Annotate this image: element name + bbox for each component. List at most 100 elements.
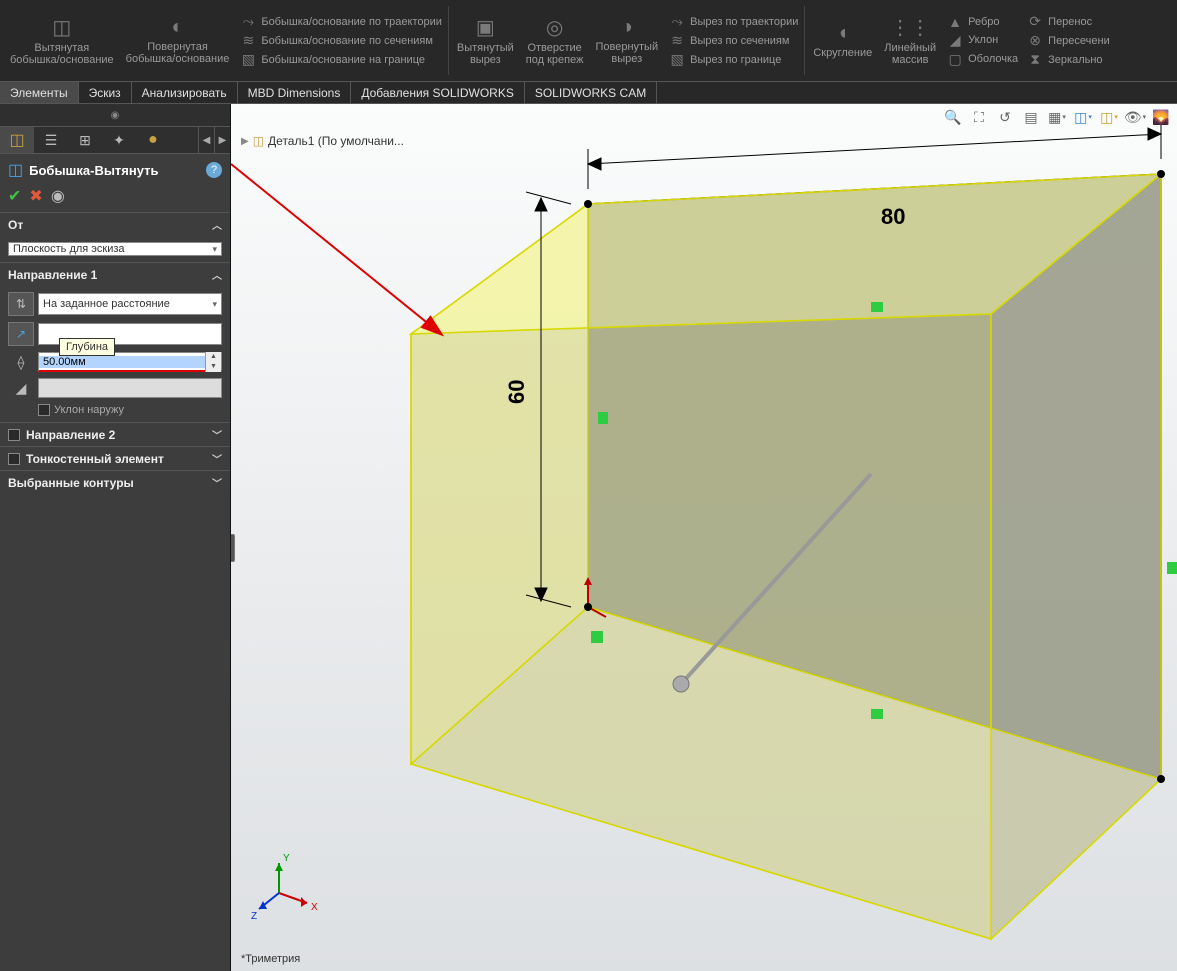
extruded-boss-button[interactable]: ◫ Вытянутая бобышка/основание xyxy=(4,0,120,81)
lofted-cut-button[interactable]: ≋Вырез по сечениям xyxy=(668,32,798,49)
shell-button[interactable]: ▢Оболочка xyxy=(946,51,1018,68)
reverse-direction-button[interactable]: ⇅ xyxy=(8,292,34,316)
dimension-height[interactable]: 60 xyxy=(504,380,529,404)
view-triad[interactable]: X Y Z xyxy=(251,851,321,921)
boundary-cut-button[interactable]: ▧Вырез по границе xyxy=(668,51,798,68)
pm-tab-appearance[interactable]: ● xyxy=(136,127,170,153)
linear-pattern-button[interactable]: ⋮⋮ Линейный массив xyxy=(878,0,942,81)
cancel-button[interactable]: ✖ xyxy=(29,186,42,206)
section-view-button[interactable]: ▤ xyxy=(1019,106,1043,128)
confirm-row: ✔ ✖ ◉ xyxy=(0,184,230,212)
ribbon-tabbar: Элементы Эскиз Анализировать MBD Dimensi… xyxy=(0,82,1177,104)
pm-tab-feature[interactable]: ◫ xyxy=(0,127,34,153)
dir1-header[interactable]: Направление 1︿ xyxy=(0,263,230,286)
depth-tooltip: Глубина xyxy=(59,338,115,356)
hide-show-button[interactable]: ◫ xyxy=(1097,106,1121,128)
boundary-boss-button[interactable]: ▧Бобышка/основание на границе xyxy=(239,51,442,68)
feature-header: ◫ Бобышка-Вытянуть ? xyxy=(0,154,230,184)
depth-spinner: ▲ ▼ xyxy=(205,352,221,372)
spinner-up-button[interactable]: ▲ xyxy=(206,352,221,362)
tab-sketch[interactable]: Эскиз xyxy=(79,82,132,103)
ok-button[interactable]: ✔ xyxy=(8,186,21,206)
previous-view-button[interactable]: ↺ xyxy=(993,106,1017,128)
svg-text:Z: Z xyxy=(251,911,257,921)
intersect-button[interactable]: ⊗Пересечени xyxy=(1026,32,1110,49)
intersect-icon: ⊗ xyxy=(1026,32,1044,49)
panel-top xyxy=(0,104,230,126)
view-toolbar: 🔍 ⛶ ↺ ▤ ▦ ◫ ◫ 👁 🌄 xyxy=(941,106,1173,128)
preview-button[interactable]: ◉ xyxy=(51,186,65,206)
dropdown-icon: ▾ xyxy=(212,244,217,255)
depth-input[interactable] xyxy=(39,356,205,368)
draft-button[interactable]: ◢Уклон xyxy=(946,32,1018,49)
from-select[interactable]: Плоскость для эскиза▾ xyxy=(8,242,222,256)
display-style-button[interactable]: ◫ xyxy=(1071,106,1095,128)
tab-evaluate[interactable]: Анализировать xyxy=(132,82,238,103)
help-button[interactable]: ? xyxy=(206,162,222,178)
scene-button[interactable]: 🌄 xyxy=(1149,106,1173,128)
modify-column-1: ▲Ребро ◢Уклон ▢Оболочка xyxy=(942,0,1022,81)
part-icon: ◫ xyxy=(253,134,264,148)
panel-scroll-right[interactable]: ▶ xyxy=(214,127,230,153)
panel-scroll-left[interactable]: ◀ xyxy=(198,127,214,153)
mirror-icon: ⧗ xyxy=(1026,51,1044,68)
part-name: Деталь1 (По умолчани... xyxy=(268,134,404,148)
draft-outward-checkbox[interactable]: Уклон наружу xyxy=(8,404,222,416)
from-header[interactable]: От︿ xyxy=(0,213,230,236)
spinner-down-button[interactable]: ▼ xyxy=(206,362,221,372)
zoom-fit-button[interactable]: 🔍 xyxy=(941,106,965,128)
chevron-down-icon: ﹀ xyxy=(212,475,222,490)
revolved-cut-icon: ◑ xyxy=(621,16,633,39)
pm-tab-dimx[interactable]: ✦ xyxy=(102,127,136,153)
draft-icon: ◢ xyxy=(946,32,964,49)
dir2-enable-checkbox[interactable] xyxy=(8,429,20,441)
pm-tab-display[interactable]: ⊞ xyxy=(68,127,102,153)
model-preview: 80 60 xyxy=(231,104,1177,971)
direction-vector-button[interactable]: ↗ xyxy=(8,322,34,346)
extruded-cut-button[interactable]: ▣ Вытянутый вырез xyxy=(451,0,520,81)
revolved-boss-button[interactable]: ◐ Повернутая бобышка/основание xyxy=(120,0,236,81)
zoom-area-button[interactable]: ⛶ xyxy=(967,106,991,128)
rib-button[interactable]: ▲Ребро xyxy=(946,14,1018,30)
fillet-button[interactable]: ◖ Скругление xyxy=(807,0,878,81)
appearance-button[interactable]: 👁 xyxy=(1123,106,1147,128)
depth-icon: ⟠ xyxy=(8,354,34,371)
tab-addins[interactable]: Добавления SOLIDWORKS xyxy=(351,82,525,103)
lofted-boss-button[interactable]: ≋Бобышка/основание по сечениям xyxy=(239,32,442,49)
draft-angle-field[interactable] xyxy=(38,378,222,398)
chevron-up-icon: ︿ xyxy=(212,217,222,232)
mirror-button[interactable]: ⧗Зеркально xyxy=(1026,51,1110,68)
pm-tab-config[interactable]: ☰ xyxy=(34,127,68,153)
chevron-down-icon: ﹀ xyxy=(212,427,222,442)
extruded-boss-icon: ◫ xyxy=(52,15,71,40)
graphics-viewport[interactable]: 🔍 ⛶ ↺ ▤ ▦ ◫ ◫ 👁 🌄 ▶ ◫ Деталь1 (По умолча… xyxy=(231,104,1177,971)
revolved-cut-button[interactable]: ◑ Повернутый вырез xyxy=(589,0,664,81)
swept-boss-icon: ⤳ xyxy=(239,13,257,30)
svg-text:X: X xyxy=(311,902,318,913)
chevron-up-icon: ︿ xyxy=(212,267,222,282)
swept-cut-button[interactable]: ⤳Вырез по траектории xyxy=(668,13,798,30)
tab-features[interactable]: Элементы xyxy=(0,82,79,103)
swept-boss-button[interactable]: ⤳Бобышка/основание по траектории xyxy=(239,13,442,30)
tab-mbd[interactable]: MBD Dimensions xyxy=(238,82,352,103)
hole-wizard-button[interactable]: ◎ Отверстие под крепеж xyxy=(520,0,590,81)
shell-icon: ▢ xyxy=(946,51,964,68)
hole-wizard-icon: ◎ xyxy=(546,15,563,40)
tab-cam[interactable]: SOLIDWORKS CAM xyxy=(525,82,657,103)
draft-angle-icon: ◢ xyxy=(8,380,34,397)
dir2-header[interactable]: Направление 2﹀ xyxy=(0,423,230,446)
end-condition-select[interactable]: На заданное расстояние▾ xyxy=(38,293,222,315)
thin-enable-checkbox[interactable] xyxy=(8,453,20,465)
dropdown-icon: ▾ xyxy=(212,299,217,310)
thin-header[interactable]: Тонкостенный элемент﹀ xyxy=(0,447,230,470)
dimension-width[interactable]: 80 xyxy=(881,204,905,229)
wrap-icon: ⟳ xyxy=(1026,13,1044,30)
contours-header[interactable]: Выбранные контуры﹀ xyxy=(0,471,230,494)
direction-vector-field[interactable]: Глубина xyxy=(38,323,222,345)
boundary-boss-icon: ▧ xyxy=(239,51,257,68)
lofted-cut-icon: ≋ xyxy=(668,32,686,49)
view-orientation-button[interactable]: ▦ xyxy=(1045,106,1069,128)
wrap-button[interactable]: ⟳Перенос xyxy=(1026,13,1110,30)
design-tree-flyout[interactable]: ▶ ◫ Деталь1 (По умолчани... xyxy=(241,134,404,148)
panel-tabs: ◫ ☰ ⊞ ✦ ● ◀ ▶ xyxy=(0,126,230,154)
